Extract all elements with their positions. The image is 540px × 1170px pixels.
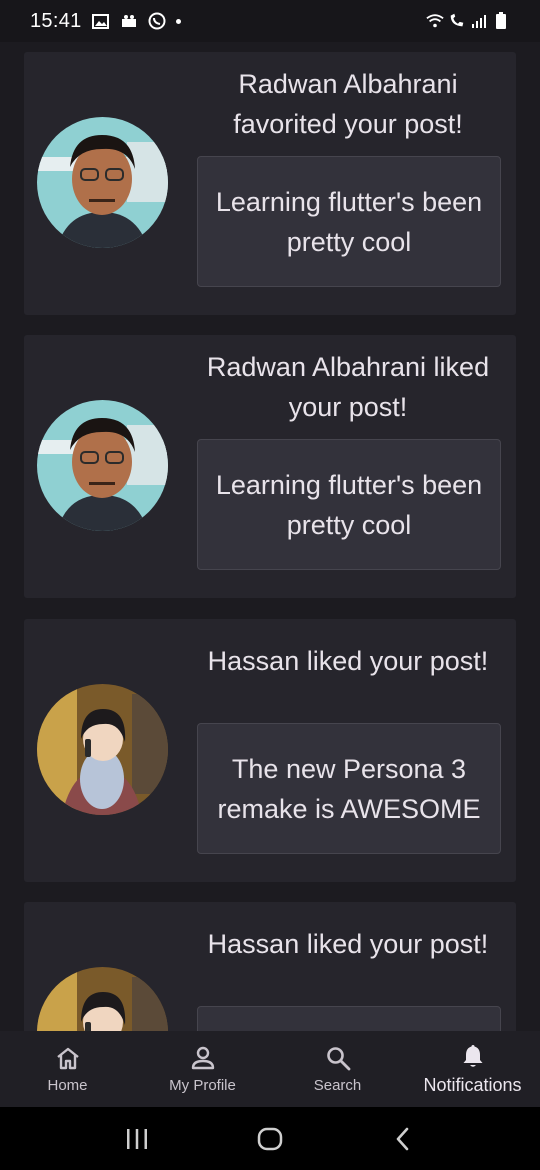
search-icon [325, 1045, 351, 1071]
home-button[interactable] [250, 1119, 290, 1159]
nav-item-home[interactable]: Home [0, 1031, 135, 1107]
nav-label-my-profile: My Profile [169, 1076, 236, 1094]
notification-title: Hassan liked your post! [207, 646, 489, 676]
post-text: The new Persona 3 remake is AWESOME [217, 753, 481, 824]
nav-item-notifications[interactable]: Notifications [405, 1031, 540, 1107]
dot-icon [175, 18, 181, 24]
post-text: Learning flutter's been pretty cool [215, 186, 483, 257]
home-icon [55, 1045, 81, 1071]
nav-label-notifications: Notifications [423, 1074, 522, 1095]
back-button[interactable] [383, 1119, 423, 1159]
notification-title: Radwan Albahrani favorited your post! [233, 69, 463, 139]
post-preview[interactable]: The new Persona 3 remake is AWESOME [197, 723, 501, 854]
nav-item-search[interactable]: Search [270, 1031, 405, 1107]
post-text: Learning flutter's been pretty cool [215, 469, 483, 540]
recents-icon [126, 1128, 147, 1149]
notification-card[interactable]: Hassan liked your post! The new Persona … [24, 619, 516, 882]
teams-icon [120, 12, 138, 30]
status-time: 15:41 [30, 9, 82, 32]
system-navigation-bar [0, 1107, 540, 1170]
notification-card[interactable]: Radwan Albahrani favorited your post! Le… [24, 52, 516, 315]
nav-label-home: Home [47, 1076, 88, 1094]
notification-card[interactable]: Radwan Albahrani liked your post! Learni… [24, 335, 516, 598]
gallery-icon [92, 12, 110, 30]
notification-card[interactable]: Hassan liked your post! [24, 902, 516, 1031]
hassan-avatar[interactable] [37, 967, 168, 1031]
back-chevron-icon [397, 1127, 409, 1150]
hassan-avatar[interactable] [37, 684, 168, 815]
screen: 15:41 Radwan Albahrani favorited your po… [0, 0, 540, 1170]
post-preview[interactable] [197, 1006, 501, 1031]
post-preview[interactable]: Learning flutter's been pretty cool [197, 439, 501, 570]
wifi-icon [426, 12, 444, 30]
post-preview[interactable]: Learning flutter's been pretty cool [197, 156, 501, 287]
nav-item-my-profile[interactable]: My Profile [135, 1031, 270, 1107]
nav-label-search: Search [313, 1076, 362, 1094]
notifications-feed[interactable]: Radwan Albahrani favorited your post! Le… [0, 42, 540, 1031]
radwan-avatar[interactable] [37, 117, 168, 248]
person-icon [190, 1045, 216, 1071]
status-bar: 15:41 [0, 0, 540, 42]
call-icon [448, 12, 466, 30]
notification-title: Radwan Albahrani liked your post! [206, 352, 490, 422]
bottom-navigation: Home My Profile Search Notifications [0, 1031, 540, 1107]
whatsapp-icon [148, 12, 166, 30]
home-circle-icon [257, 1127, 283, 1150]
recents-button[interactable] [117, 1119, 157, 1159]
battery-icon [492, 12, 510, 30]
bell-icon [460, 1043, 486, 1069]
signal-icon [470, 12, 488, 30]
radwan-avatar[interactable] [37, 400, 168, 531]
notification-title: Hassan liked your post! [207, 929, 489, 959]
